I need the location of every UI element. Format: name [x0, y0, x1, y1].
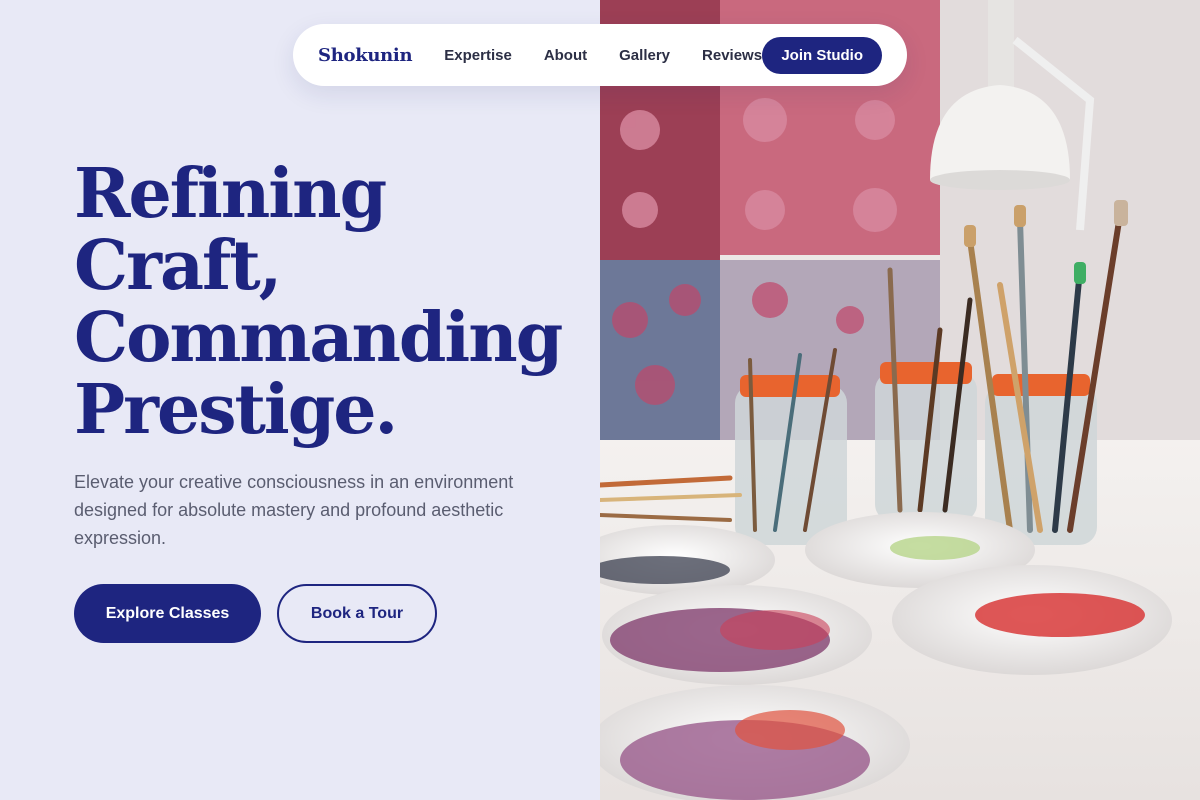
hero-title-line: Commanding: [74, 298, 563, 378]
nav-link-reviews[interactable]: Reviews: [702, 47, 762, 64]
nav-link-about[interactable]: About: [544, 47, 587, 64]
hero-subtitle: Elevate your creative consciousness in a…: [74, 472, 514, 548]
explore-classes-button[interactable]: Explore Classes: [74, 584, 261, 643]
brand-logo[interactable]: Shokunin: [318, 45, 413, 66]
hero-title-line: Refining: [74, 154, 387, 234]
nav-links: Expertise About Gallery Reviews: [444, 47, 762, 64]
nav-link-expertise[interactable]: Expertise: [444, 47, 512, 64]
top-navigation: Shokunin Expertise About Gallery Reviews…: [293, 24, 907, 86]
join-studio-button[interactable]: Join Studio: [762, 36, 882, 74]
studio-photo: [600, 0, 1200, 800]
art-studio-photo-icon: [600, 0, 1200, 800]
hero-title: Refining Craft, Commanding Prestige.: [74, 158, 594, 446]
hero-title-line: Craft,: [74, 226, 282, 306]
nav-link-gallery[interactable]: Gallery: [619, 47, 670, 64]
book-tour-button[interactable]: Book a Tour: [277, 584, 437, 643]
hero-title-line: Prestige.: [74, 370, 398, 450]
